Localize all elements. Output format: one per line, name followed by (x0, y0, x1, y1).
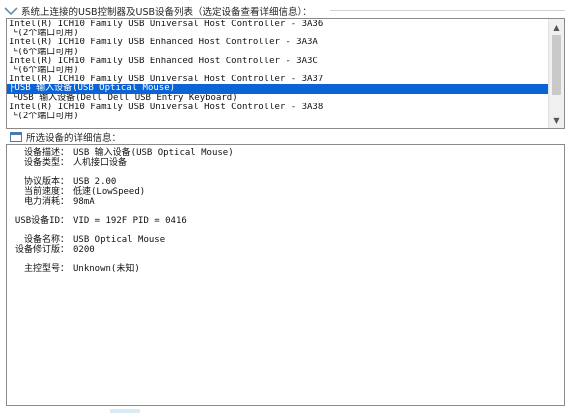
protocol-value: USB 2.00 (73, 177, 117, 187)
details-header-label: 所选设备的详细信息： (26, 133, 122, 144)
usb-id-row: USB设备ID： VID = 192F PID = 0416 (7, 216, 234, 226)
device-desc-row: 设备描述： USB 输入设备(USB Optical Mouse) (7, 148, 234, 158)
bottom-tab-strip (110, 409, 140, 413)
host-label: 主控型号： (23, 264, 69, 274)
device-name-value: USB Optical Mouse (73, 235, 166, 245)
host-row: 主控型号： Unknown(未知) (7, 264, 234, 274)
list-item-controller-3a3a[interactable]: Intel(R) ICH10 Family USB Enhanced Host … (7, 38, 548, 47)
device-type-label: 设备类型： (23, 158, 69, 168)
revision-value: 0200 (73, 245, 95, 255)
speed-row: 当前速度： 低速(LowSpeed) (7, 187, 234, 197)
revision-label: 设备修订版： (14, 245, 69, 255)
usb-device-list[interactable]: Intel(R) ICH10 Family USB Universal Host… (6, 18, 565, 129)
device-name-row: 设备名称： USB Optical Mouse (7, 235, 234, 245)
protocol-label: 协议版本： (23, 177, 69, 187)
revision-row: 设备修订版： 0200 (7, 245, 234, 255)
details-header: 所选设备的详细信息： (10, 131, 122, 144)
device-details-panel: 设备描述： USB 输入设备(USB Optical Mouse) 设备类型： … (6, 144, 565, 406)
power-value: 98mA (73, 197, 95, 207)
device-type-value: 人机接口设备 (73, 158, 128, 168)
chevron-down-icon[interactable] (4, 6, 18, 16)
list-item-ports[interactable]: └(2个端口可用) (7, 29, 548, 38)
list-item-controller-3a36[interactable]: Intel(R) ICH10 Family USB Universal Host… (7, 20, 548, 29)
list-item-controller-3a3c[interactable]: Intel(R) ICH10 Family USB Enhanced Host … (7, 57, 548, 66)
speed-label: 当前速度： (23, 187, 69, 197)
list-item-usb-keyboard[interactable]: └USB 输入设备(Dell Dell USB Entry Keyboard) (7, 94, 548, 103)
list-item-usb-mouse[interactable]: ├USB 输入设备(USB Optical Mouse) (7, 84, 548, 94)
protocol-row: 协议版本： USB 2.00 (7, 177, 234, 187)
list-item-controller-3a38[interactable]: Intel(R) ICH10 Family USB Universal Host… (7, 103, 548, 112)
scroll-thumb[interactable] (552, 35, 561, 95)
device-desc-value: USB 输入设备(USB Optical Mouse) (73, 148, 234, 158)
device-name-label: 设备名称： (23, 235, 69, 245)
power-row: 电力消耗： 98mA (7, 197, 234, 207)
list-item-controller-3a37[interactable]: Intel(R) ICH10 Family USB Universal Host… (7, 75, 548, 84)
usb-id-label: USB设备ID： (14, 216, 69, 226)
list-item-ports[interactable]: └(6个端口可用) (7, 48, 548, 57)
header-divider (330, 10, 565, 11)
host-value: Unknown(未知) (73, 264, 140, 274)
scroll-up-icon[interactable]: ▲ (549, 20, 564, 34)
device-type-row: 设备类型： 人机接口设备 (7, 158, 234, 168)
list-scrollbar[interactable]: ▲ ▼ (548, 19, 564, 128)
device-list-header[interactable]: 系统上连接的USB控制器及USB设备列表（选定设备查看详细信息）： (4, 4, 312, 18)
power-label: 电力消耗： (23, 197, 69, 207)
speed-value: 低速(LowSpeed) (73, 187, 146, 197)
list-item-ports[interactable]: └(2个端口可用) (7, 112, 548, 121)
device-list-header-label: 系统上连接的USB控制器及USB设备列表（选定设备查看详细信息）： (21, 6, 312, 18)
list-item-ports[interactable]: └(6个端口可用) (7, 66, 548, 75)
device-desc-label: 设备描述： (23, 148, 69, 158)
window-icon (10, 132, 22, 142)
usb-id-value: VID = 192F PID = 0416 (73, 216, 187, 226)
scroll-down-icon[interactable]: ▼ (549, 113, 564, 127)
